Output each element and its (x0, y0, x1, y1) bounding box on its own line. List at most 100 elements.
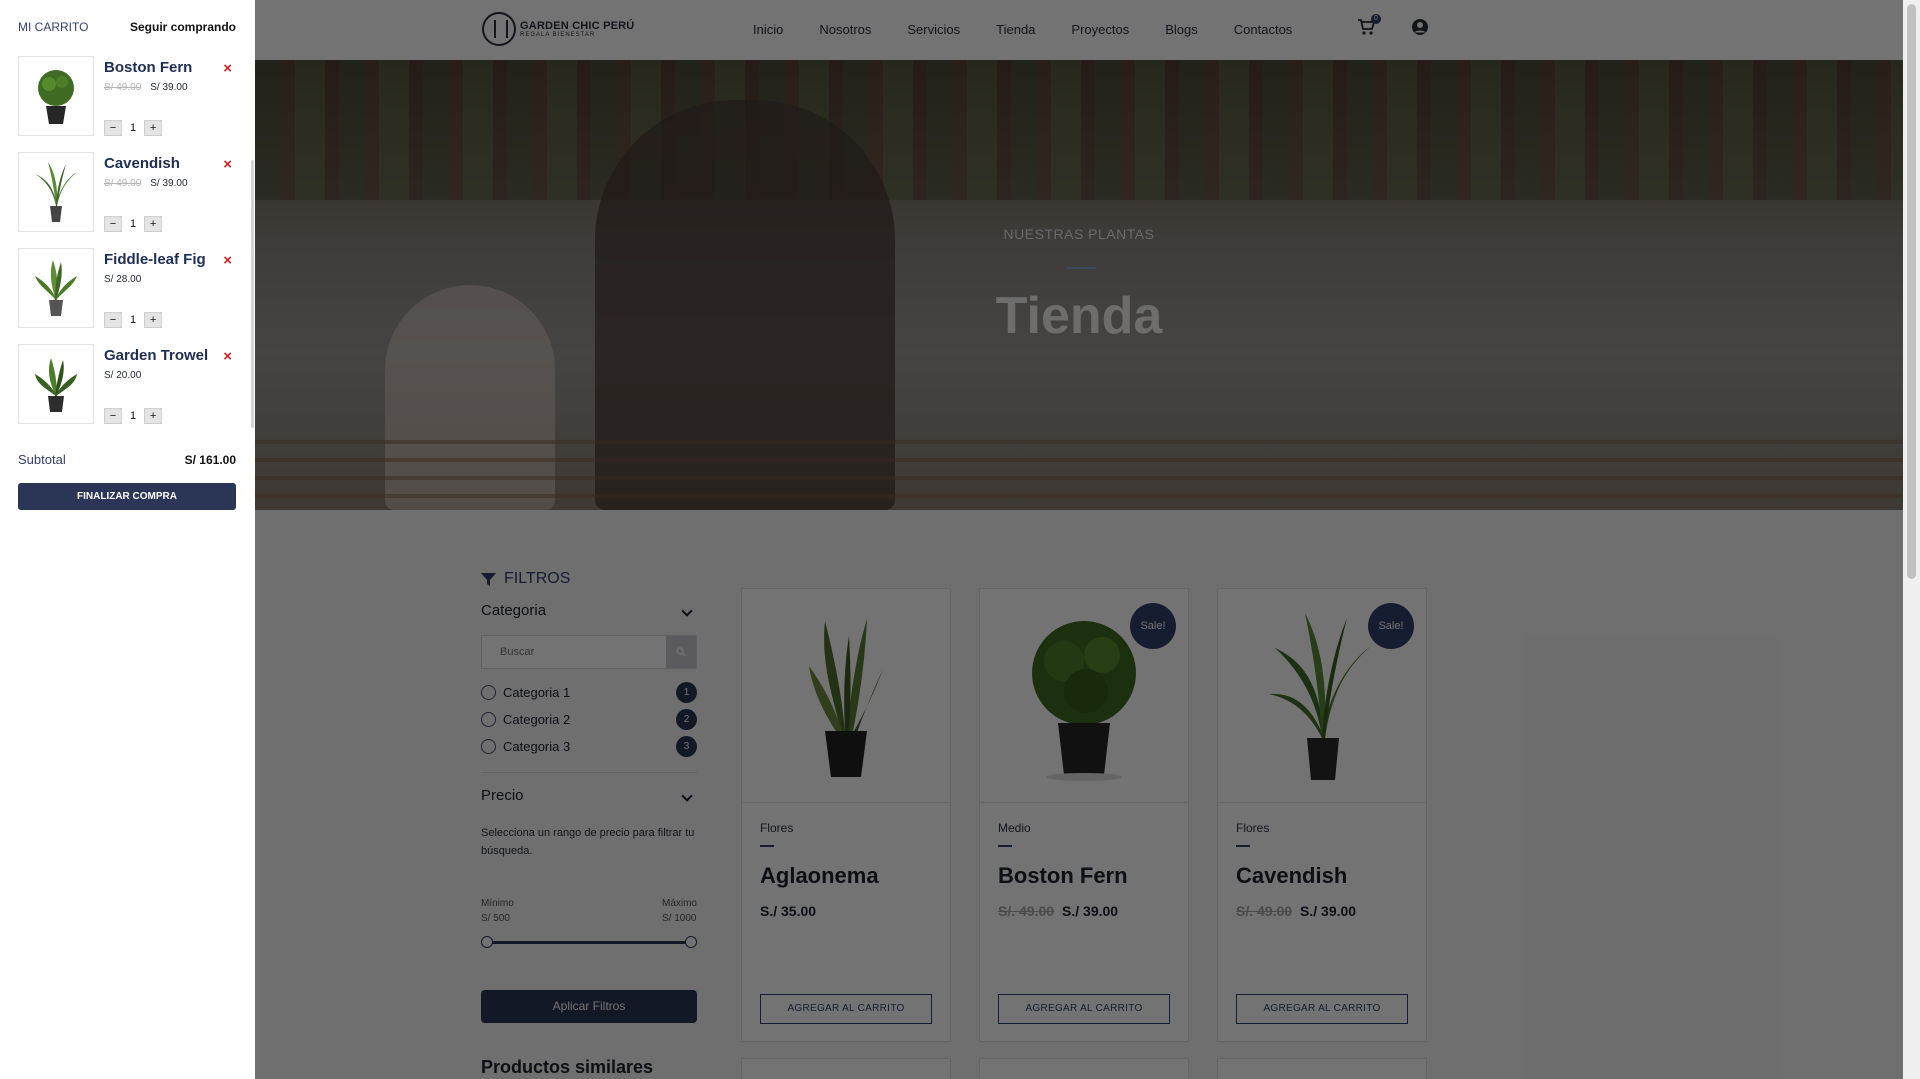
product-card-partial[interactable] (1217, 1058, 1427, 1079)
category-item[interactable]: Categoria 3 3 (481, 733, 697, 760)
nav-link-contactos[interactable]: Contactos (1234, 22, 1293, 37)
decrease-qty-button[interactable]: − (104, 408, 122, 424)
category-radio[interactable] (481, 712, 496, 727)
cart-item-thumbnail (18, 248, 94, 328)
quantity-value: 1 (130, 410, 137, 422)
decrease-qty-button[interactable]: − (104, 216, 122, 232)
category-count-badge: 3 (676, 736, 697, 757)
search-icon (676, 647, 686, 657)
cart-subtotal: Subtotal S/ 161.00 (18, 452, 236, 467)
continue-shopping-link[interactable]: Seguir comprando (130, 20, 236, 34)
nav-link-tienda[interactable]: Tienda (996, 22, 1035, 37)
cart-drawer: MI CARRITO Seguir comprando Boston Fern … (0, 0, 255, 1079)
category-radio[interactable] (481, 739, 496, 754)
product-image[interactable] (742, 589, 950, 803)
product-price: S./ 35.00 (760, 903, 817, 919)
nav-link-blogs[interactable]: Blogs (1165, 22, 1198, 37)
increase-qty-button[interactable]: + (144, 120, 163, 136)
subtotal-label: Subtotal (18, 452, 66, 467)
quantity-stepper: − 1 + (104, 120, 163, 136)
product-divider (760, 845, 774, 847)
product-image[interactable]: Sale! (980, 589, 1188, 803)
cart-item: Boston Fern × S/ 49.00 S/ 39.00 − 1 + (18, 56, 236, 152)
sale-badge: Sale! (1368, 603, 1414, 649)
product-name[interactable]: Aglaonema (760, 863, 932, 889)
slider-max-handle[interactable] (685, 936, 697, 948)
product-divider (1236, 845, 1250, 847)
nav-link-nosotros[interactable]: Nosotros (819, 22, 871, 37)
quantity-stepper: − 1 + (104, 312, 163, 328)
price-range-labels: Mínimo S/ 500 Máximo S/ 1000 (481, 896, 697, 926)
price-range-slider[interactable] (481, 936, 697, 948)
remove-item-button[interactable]: × (223, 156, 232, 173)
category-item[interactable]: Categoria 1 1 (481, 679, 697, 706)
nav-link-servicios[interactable]: Servicios (907, 22, 960, 37)
category-count-badge: 2 (676, 709, 697, 730)
add-to-cart-button[interactable]: AGREGAR AL CARRITO (760, 994, 932, 1024)
snake-plant-icon (809, 618, 883, 777)
subtotal-value: S/ 161.00 (184, 452, 236, 467)
page-scrollbar-thumb[interactable] (1907, 4, 1916, 579)
cart-icon[interactable]: 0 (1357, 14, 1381, 36)
category-item[interactable]: Categoria 2 2 (481, 706, 697, 733)
category-search-input[interactable] (482, 636, 666, 668)
cart-item-price: S/ 39.00 (150, 178, 188, 189)
quantity-stepper: − 1 + (104, 408, 163, 424)
hero-background-plants (255, 60, 1903, 200)
cart-item-old-price: S/ 49.00 (104, 178, 142, 189)
product-category: Flores (1236, 821, 1270, 835)
nav-link-inicio[interactable]: Inicio (753, 22, 783, 37)
checkout-button[interactable]: FINALIZAR COMPRA (18, 483, 236, 510)
product-name[interactable]: Cavendish (1236, 863, 1408, 889)
remove-item-button[interactable]: × (223, 348, 232, 365)
add-to-cart-button[interactable]: AGREGAR AL CARRITO (1236, 994, 1408, 1024)
slider-min-handle[interactable] (481, 936, 493, 948)
user-account-icon[interactable] (1411, 18, 1429, 36)
remove-item-button[interactable]: × (223, 252, 232, 269)
cart-item: Fiddle-leaf Fig × S/ 28.00 − 1 + (18, 248, 236, 344)
search-button[interactable] (666, 636, 696, 668)
add-to-cart-button[interactable]: AGREGAR AL CARRITO (998, 994, 1170, 1024)
product-category: Medio (998, 821, 1031, 835)
product-old-price: S/. 49.00 (998, 903, 1055, 919)
page-scrollbar[interactable] (1903, 0, 1920, 1079)
leafy-plant-icon (35, 358, 77, 412)
navbar: GARDEN CHIC PERÚ REGALA BIENESTAR Inicio… (255, 0, 1903, 60)
product-card-partial[interactable] (741, 1058, 951, 1079)
product-card[interactable]: Sale! Medio Boston Fern S/. 49.00 S./ 39… (979, 588, 1189, 1042)
increase-qty-button[interactable]: + (144, 408, 163, 424)
product-price: S./ 39.00 (1300, 903, 1357, 919)
product-card-partial[interactable] (979, 1058, 1189, 1079)
increase-qty-button[interactable]: + (144, 312, 163, 328)
price-section-toggle[interactable]: Precio (481, 787, 697, 804)
cart-item-name: Boston Fern (104, 59, 193, 76)
category-section-toggle[interactable]: Categoria (481, 602, 697, 619)
product-card[interactable]: Sale! Flores Cavendish S/. 49.00 S./ 39.… (1217, 588, 1427, 1042)
decrease-qty-button[interactable]: − (104, 120, 122, 136)
product-card[interactable]: Flores Aglaonema S./ 35.00 AGREGAR AL CA… (741, 588, 951, 1042)
filter-funnel-icon (481, 572, 496, 586)
round-bush-plant-icon (38, 70, 74, 124)
nav-link-proyectos[interactable]: Proyectos (1071, 22, 1129, 37)
product-image[interactable]: Sale! (1218, 589, 1426, 803)
logo[interactable]: GARDEN CHIC PERÚ REGALA BIENESTAR (482, 12, 634, 46)
hero-title: Tienda (995, 287, 1163, 345)
palm-plant-icon (1269, 613, 1371, 780)
product-name[interactable]: Boston Fern (998, 863, 1170, 889)
apply-filters-button[interactable]: Aplicar Filtros (481, 990, 697, 1023)
cart-item-name: Garden Trowel (104, 347, 209, 364)
cart-title: MI CARRITO (18, 20, 89, 34)
cart-item: Cavendish × S/ 49.00 S/ 39.00 − 1 + (18, 152, 236, 248)
cart-item-price: S/ 39.00 (150, 82, 188, 93)
category-radio[interactable] (481, 685, 496, 700)
cart-item: Garden Trowel × S/ 20.00 − 1 + (18, 344, 236, 440)
price-max-label: Máximo (661, 898, 697, 909)
category-count-badge: 1 (676, 682, 697, 703)
increase-qty-button[interactable]: + (144, 216, 163, 232)
price-description: Selecciona un rango de precio para filtr… (481, 827, 695, 857)
category-label: Categoria 3 (503, 739, 571, 754)
remove-item-button[interactable]: × (223, 60, 232, 77)
cart-scrollbar[interactable] (251, 160, 254, 428)
category-search (481, 635, 697, 669)
decrease-qty-button[interactable]: − (104, 312, 122, 328)
